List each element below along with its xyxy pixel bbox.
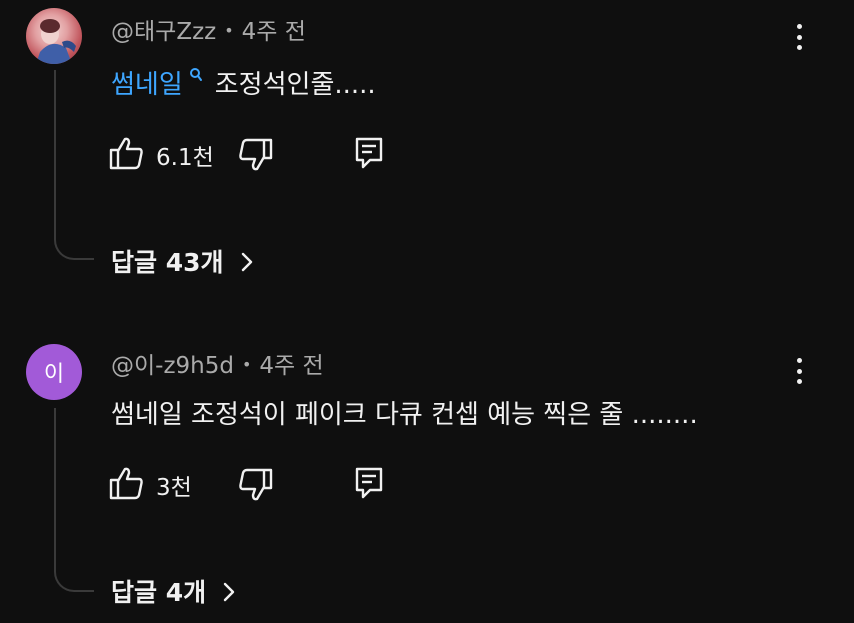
reply-icon[interactable] <box>354 136 384 174</box>
avatar[interactable] <box>26 8 82 64</box>
like-icon[interactable] <box>108 466 144 504</box>
dislike-icon[interactable] <box>238 468 274 506</box>
comment-time[interactable]: 4주 전 <box>259 353 323 379</box>
thread-line <box>54 70 94 260</box>
thread-line <box>54 408 94 592</box>
search-link[interactable]: 썸네일 <box>111 70 183 100</box>
author-name[interactable]: @태구Zzz <box>111 19 216 45</box>
search-icon[interactable] <box>189 60 203 90</box>
comment-body: 조정석인줄..... <box>214 70 376 100</box>
like-count: 3천 <box>156 475 192 501</box>
comment-item: 이 @이-z9h5d • 4주 전 썸네일 조정석이 페이크 다큐 컨셉 예능 찍은… <box>0 330 854 623</box>
replies-label: 답글 43개 <box>111 248 224 277</box>
more-icon[interactable] <box>790 356 808 386</box>
comment-item: @태구Zzz • 4주 전 썸네일 조정석인줄..... 6.1천 답글 43개 <box>0 0 854 300</box>
chevron-right-icon <box>240 250 254 279</box>
comment-text: 썸네일 조정석이 페이크 다큐 컨셉 예능 찍은 줄 ........ <box>111 394 698 431</box>
comment-meta: @태구Zzz • 4주 전 <box>111 12 306 46</box>
comment-text: 썸네일 조정석인줄..... <box>111 60 376 101</box>
chevron-right-icon <box>222 580 236 609</box>
avatar[interactable]: 이 <box>26 344 82 400</box>
comment-time[interactable]: 4주 전 <box>242 19 306 45</box>
like-icon[interactable] <box>108 136 144 174</box>
reply-icon[interactable] <box>354 466 384 504</box>
dislike-icon[interactable] <box>238 138 274 176</box>
separator-dot: • <box>224 21 234 40</box>
avatar-photo-icon <box>36 19 76 64</box>
avatar-letter: 이 <box>43 362 65 387</box>
comment-body: 썸네일 조정석이 페이크 다큐 컨셉 예능 찍은 줄 ........ <box>111 400 698 430</box>
replies-toggle[interactable]: 답글 4개 <box>111 573 236 609</box>
replies-label: 답글 4개 <box>111 578 207 607</box>
replies-toggle[interactable]: 답글 43개 <box>111 243 254 279</box>
author-name[interactable]: @이-z9h5d <box>111 353 234 379</box>
comment-meta: @이-z9h5d • 4주 전 <box>111 346 324 380</box>
separator-dot: • <box>241 355 252 374</box>
like-count: 6.1천 <box>156 145 214 171</box>
more-icon[interactable] <box>790 22 808 52</box>
